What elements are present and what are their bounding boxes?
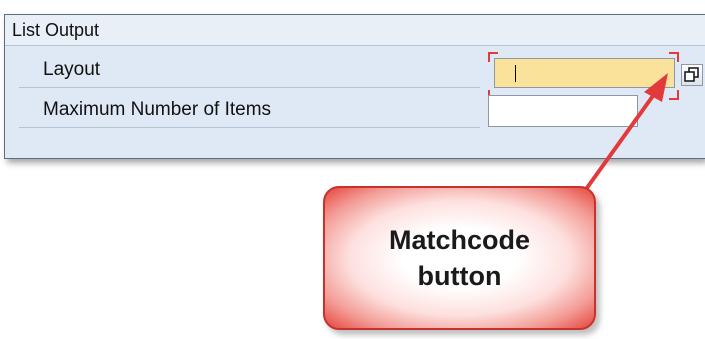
callout-line2: button xyxy=(417,261,502,291)
callout-line1: Matchcode xyxy=(388,225,531,255)
matchcode-callout: Matchcode button xyxy=(323,186,596,330)
